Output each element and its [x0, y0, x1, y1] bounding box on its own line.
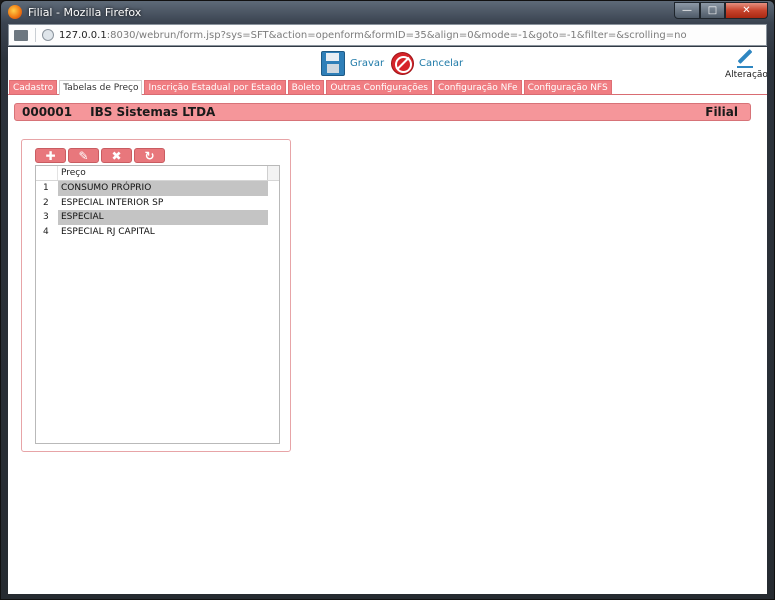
tab-boleto[interactable]: Boleto — [287, 80, 325, 94]
table-row[interactable]: 4 ESPECIAL RJ CAPITAL — [36, 225, 279, 240]
grid-actions: ✚ ✎ ✖ ↻ — [35, 148, 167, 163]
tab-configuracao-nfs[interactable]: Configuração NFS — [523, 80, 612, 94]
scrollbar-corner — [268, 166, 279, 180]
title-bar: Filial - Mozilla Firefox — □ ✕ — [1, 1, 774, 23]
save-label: Gravar — [350, 58, 385, 69]
form-toolbar: Gravar Cancelar Alteração — [8, 47, 767, 81]
row-number-header — [36, 166, 58, 180]
table-row[interactable]: 2 ESPECIAL INTERIOR SP — [36, 196, 279, 211]
page-content: Gravar Cancelar Alteração Cadastro Tabel… — [8, 47, 767, 594]
add-button[interactable]: ✚ — [35, 148, 66, 163]
refresh-icon: ↻ — [144, 148, 155, 163]
address-bar[interactable]: 127.0.0.1:8030/webrun/form.jsp?sys=SFT&a… — [8, 24, 767, 46]
grid-header: Preço — [36, 166, 279, 181]
form-tabs: Cadastro Tabelas de Preço Inscrição Esta… — [8, 80, 767, 95]
row-value: ESPECIAL INTERIOR SP — [61, 197, 164, 208]
maximize-button[interactable]: □ — [700, 2, 725, 19]
globe-icon — [42, 29, 54, 41]
page-favicon-icon — [14, 29, 28, 41]
window-title: Filial - Mozilla Firefox — [28, 6, 142, 19]
cancel-button[interactable]: Cancelar — [391, 52, 463, 75]
minimize-button[interactable]: — — [674, 2, 700, 19]
row-number: 4 — [43, 226, 49, 237]
form-name: Filial — [705, 105, 738, 119]
record-name: IBS Sistemas LTDA — [90, 105, 216, 119]
row-number: 3 — [43, 212, 49, 222]
cancel-label: Cancelar — [419, 58, 464, 69]
table-row[interactable]: 1 CONSUMO PRÓPRIO — [36, 181, 279, 196]
column-header-preco[interactable]: Preço — [58, 166, 268, 180]
delete-button[interactable]: ✖ — [101, 148, 132, 163]
browser-window: Filial - Mozilla Firefox — □ ✕ 127.0.0.1… — [0, 0, 775, 600]
save-button[interactable]: Gravar — [321, 51, 384, 76]
row-value: CONSUMO PRÓPRIO — [58, 181, 268, 196]
row-value: ESPECIAL — [58, 210, 268, 225]
row-number: 1 — [43, 183, 49, 193]
window-controls: — □ ✕ — [674, 2, 768, 19]
pencil-icon: ✎ — [78, 148, 89, 163]
url-separator — [35, 28, 36, 42]
url-host: 127.0.0.1 — [59, 29, 107, 41]
refresh-button[interactable]: ↻ — [134, 148, 165, 163]
x-icon: ✖ — [111, 148, 122, 163]
price-grid: Preço 1 CONSUMO PRÓPRIO 2 ESPECIAL INTER… — [35, 165, 280, 444]
edit-button[interactable]: ✎ — [68, 148, 99, 163]
record-code: 000001 — [22, 105, 73, 119]
tab-outras-configuracoes[interactable]: Outras Configurações — [326, 80, 432, 94]
pencil-icon — [736, 48, 754, 68]
floppy-disk-icon — [321, 51, 345, 76]
cancel-icon — [391, 52, 414, 75]
url-text[interactable]: 127.0.0.1:8030/webrun/form.jsp?sys=SFT&a… — [59, 30, 687, 41]
record-header: 000001 IBS Sistemas LTDA Filial — [14, 103, 751, 121]
url-path: :8030/webrun/form.jsp?sys=SFT&action=ope… — [106, 29, 687, 41]
edit-mode-indicator: Alteração — [725, 48, 767, 80]
table-row[interactable]: 3 ESPECIAL — [36, 210, 279, 225]
firefox-icon — [8, 5, 22, 19]
mode-label: Alteração — [725, 70, 767, 80]
tab-tabelas-de-preco[interactable]: Tabelas de Preço — [59, 80, 143, 95]
plus-icon: ✚ — [45, 148, 56, 163]
row-value: ESPECIAL RJ CAPITAL — [61, 226, 155, 237]
close-button[interactable]: ✕ — [725, 2, 768, 19]
tab-inscricao-estadual[interactable]: Inscrição Estadual por Estado — [144, 80, 286, 94]
row-number: 2 — [43, 197, 49, 208]
tab-cadastro[interactable]: Cadastro — [9, 80, 58, 94]
price-table-panel: ✚ ✎ ✖ ↻ Preço 1 CONSUMO PRÓPRIO 2 ESPECI… — [21, 139, 291, 452]
tab-configuracao-nfe[interactable]: Configuração NFe — [433, 80, 522, 94]
